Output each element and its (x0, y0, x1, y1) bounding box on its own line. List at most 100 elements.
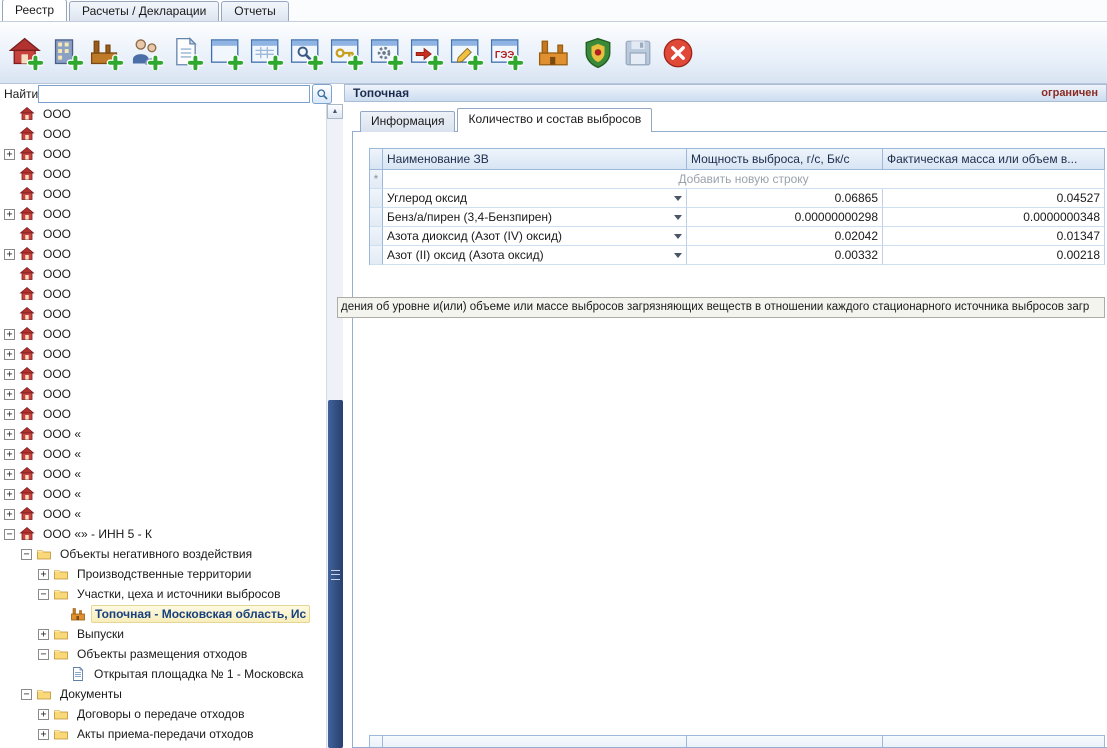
tree-row[interactable]: +ООО (0, 324, 326, 344)
expand-icon[interactable]: + (4, 509, 15, 520)
collapse-icon[interactable]: − (21, 689, 32, 700)
expand-icon[interactable]: + (4, 209, 15, 220)
save-button[interactable] (618, 28, 658, 78)
tree-row[interactable]: Топочная - Московская область, Ис (0, 604, 326, 624)
emission-power-cell[interactable]: 0.00332 (687, 246, 883, 265)
tree-row[interactable]: −Документы (0, 684, 326, 704)
tree-row[interactable]: Открытая площадка № 1 - Московска (0, 664, 326, 684)
detail-tab-1[interactable]: Информация (360, 111, 455, 132)
expand-icon[interactable]: + (38, 729, 49, 740)
expand-icon[interactable]: + (4, 449, 15, 460)
tree-row[interactable]: +Выпуски (0, 624, 326, 644)
substance-cell[interactable]: Бенз/а/пирен (3,4-Бензпирен) (383, 208, 687, 227)
tree-row[interactable]: ООО (0, 184, 326, 204)
add-gee-button[interactable]: ГЭЭ (486, 28, 526, 78)
tree-row[interactable]: +ООО « (0, 444, 326, 464)
expand-icon[interactable]: + (4, 429, 15, 440)
tree-row[interactable]: +ООО (0, 144, 326, 164)
tree-row[interactable]: ООО (0, 164, 326, 184)
add-grid-record-button[interactable] (206, 28, 246, 78)
tree-row[interactable]: +Производственные территории (0, 564, 326, 584)
expand-icon[interactable]: + (38, 709, 49, 720)
actual-mass-cell[interactable]: 0.04527 (883, 189, 1105, 208)
actual-mass-cell[interactable]: 0.0000000348 (883, 208, 1105, 227)
tree-row[interactable]: ООО (0, 264, 326, 284)
expand-icon[interactable]: + (38, 629, 49, 640)
collapse-icon[interactable]: − (4, 529, 15, 540)
tree-row[interactable]: −Участки, цеха и источники выбросов (0, 584, 326, 604)
table-row[interactable]: Азот (II) оксид (Азота оксид)0.003320.00… (370, 246, 1105, 265)
expand-icon[interactable]: + (4, 469, 15, 480)
expand-icon[interactable]: + (4, 389, 15, 400)
tree-row[interactable]: ООО (0, 284, 326, 304)
expand-icon[interactable]: + (4, 149, 15, 160)
emission-power-cell[interactable]: 0.02042 (687, 227, 883, 246)
tree-scrollbar[interactable]: ▲ (326, 104, 343, 748)
dropdown-arrow-icon[interactable] (674, 253, 682, 258)
scrollbar-thumb[interactable] (328, 400, 343, 748)
add-site-button[interactable] (46, 28, 86, 78)
substance-cell[interactable]: Азот (II) оксид (Азота оксид) (383, 246, 687, 265)
substance-cell[interactable]: Азота диоксид (Азот (IV) оксид) (383, 227, 687, 246)
substance-cell[interactable]: Углерод оксид (383, 189, 687, 208)
search-input[interactable] (38, 85, 310, 103)
tree-row[interactable]: ООО (0, 104, 326, 124)
tree-row[interactable]: −Объекты размещения отходов (0, 644, 326, 664)
tree-row[interactable]: ООО (0, 224, 326, 244)
tree-row[interactable]: +ООО « (0, 424, 326, 444)
actual-mass-cell[interactable]: 0.00218 (883, 246, 1105, 265)
main-tab-2[interactable]: Расчеты / Декларации (69, 1, 219, 21)
add-permit-button[interactable] (326, 28, 366, 78)
search-button[interactable] (312, 84, 332, 104)
column-header-1[interactable]: Наименование ЗВ (383, 148, 687, 170)
add-settings-record-button[interactable] (366, 28, 406, 78)
tree-row[interactable]: +Договоры о передаче отходов (0, 704, 326, 724)
main-tab-1[interactable]: Реестр (2, 0, 67, 21)
add-contractor-button[interactable] (126, 28, 166, 78)
tree-row[interactable]: +ООО « (0, 504, 326, 524)
dropdown-arrow-icon[interactable] (674, 234, 682, 239)
emission-power-cell[interactable]: 0.00000000298 (687, 208, 883, 227)
expand-icon[interactable]: + (4, 369, 15, 380)
expand-icon[interactable]: + (4, 329, 15, 340)
detail-tab-2[interactable]: Количество и состав выбросов (457, 108, 652, 132)
tree-row[interactable]: +ООО (0, 364, 326, 384)
actual-mass-cell[interactable]: 0.01347 (883, 227, 1105, 246)
add-table-record-button[interactable] (246, 28, 286, 78)
tree-row[interactable]: +ООО (0, 244, 326, 264)
table-row[interactable]: Углерод оксид0.068650.04527 (370, 189, 1105, 208)
add-document-button[interactable] (166, 28, 206, 78)
expand-icon[interactable]: + (4, 249, 15, 260)
add-organization-button[interactable] (6, 28, 46, 78)
tree-row[interactable]: +ООО (0, 344, 326, 364)
add-edit-record-button[interactable] (446, 28, 486, 78)
collapse-icon[interactable]: − (21, 549, 32, 560)
tree-row[interactable]: ООО (0, 304, 326, 324)
tree-row[interactable]: +ООО (0, 384, 326, 404)
collapse-icon[interactable]: − (38, 649, 49, 660)
expand-icon[interactable]: + (4, 409, 15, 420)
emission-power-cell[interactable]: 0.06865 (687, 189, 883, 208)
collapse-icon[interactable]: − (38, 589, 49, 600)
expand-icon[interactable]: + (38, 569, 49, 580)
dropdown-arrow-icon[interactable] (674, 196, 682, 201)
tree-row[interactable]: +Акты приема-передачи отходов (0, 724, 326, 744)
expand-icon[interactable]: + (4, 349, 15, 360)
add-industrial-area-button[interactable] (86, 28, 126, 78)
new-row-label[interactable]: Добавить новую строку (383, 170, 1105, 189)
emission-source-button[interactable] (534, 28, 574, 78)
add-import-record-button[interactable] (406, 28, 446, 78)
tree-row[interactable]: +ООО (0, 404, 326, 424)
expand-icon[interactable]: + (4, 489, 15, 500)
tree-row[interactable]: +ООО « (0, 464, 326, 484)
new-row[interactable]: *Добавить новую строку (370, 170, 1105, 189)
column-header-2[interactable]: Мощность выброса, г/с, Бк/с (687, 148, 883, 170)
emblem-button[interactable] (578, 28, 618, 78)
tree-row[interactable]: −Объекты негативного воздействия (0, 544, 326, 564)
add-search-record-button[interactable] (286, 28, 326, 78)
tree-row[interactable]: −ООО «» - ИНН 5 - К (0, 524, 326, 544)
main-tab-3[interactable]: Отчеты (221, 1, 288, 21)
tree-row[interactable]: +ООО « (0, 484, 326, 504)
table-row[interactable]: Азота диоксид (Азот (IV) оксид)0.020420.… (370, 227, 1105, 246)
tree-row[interactable]: +ООО (0, 204, 326, 224)
